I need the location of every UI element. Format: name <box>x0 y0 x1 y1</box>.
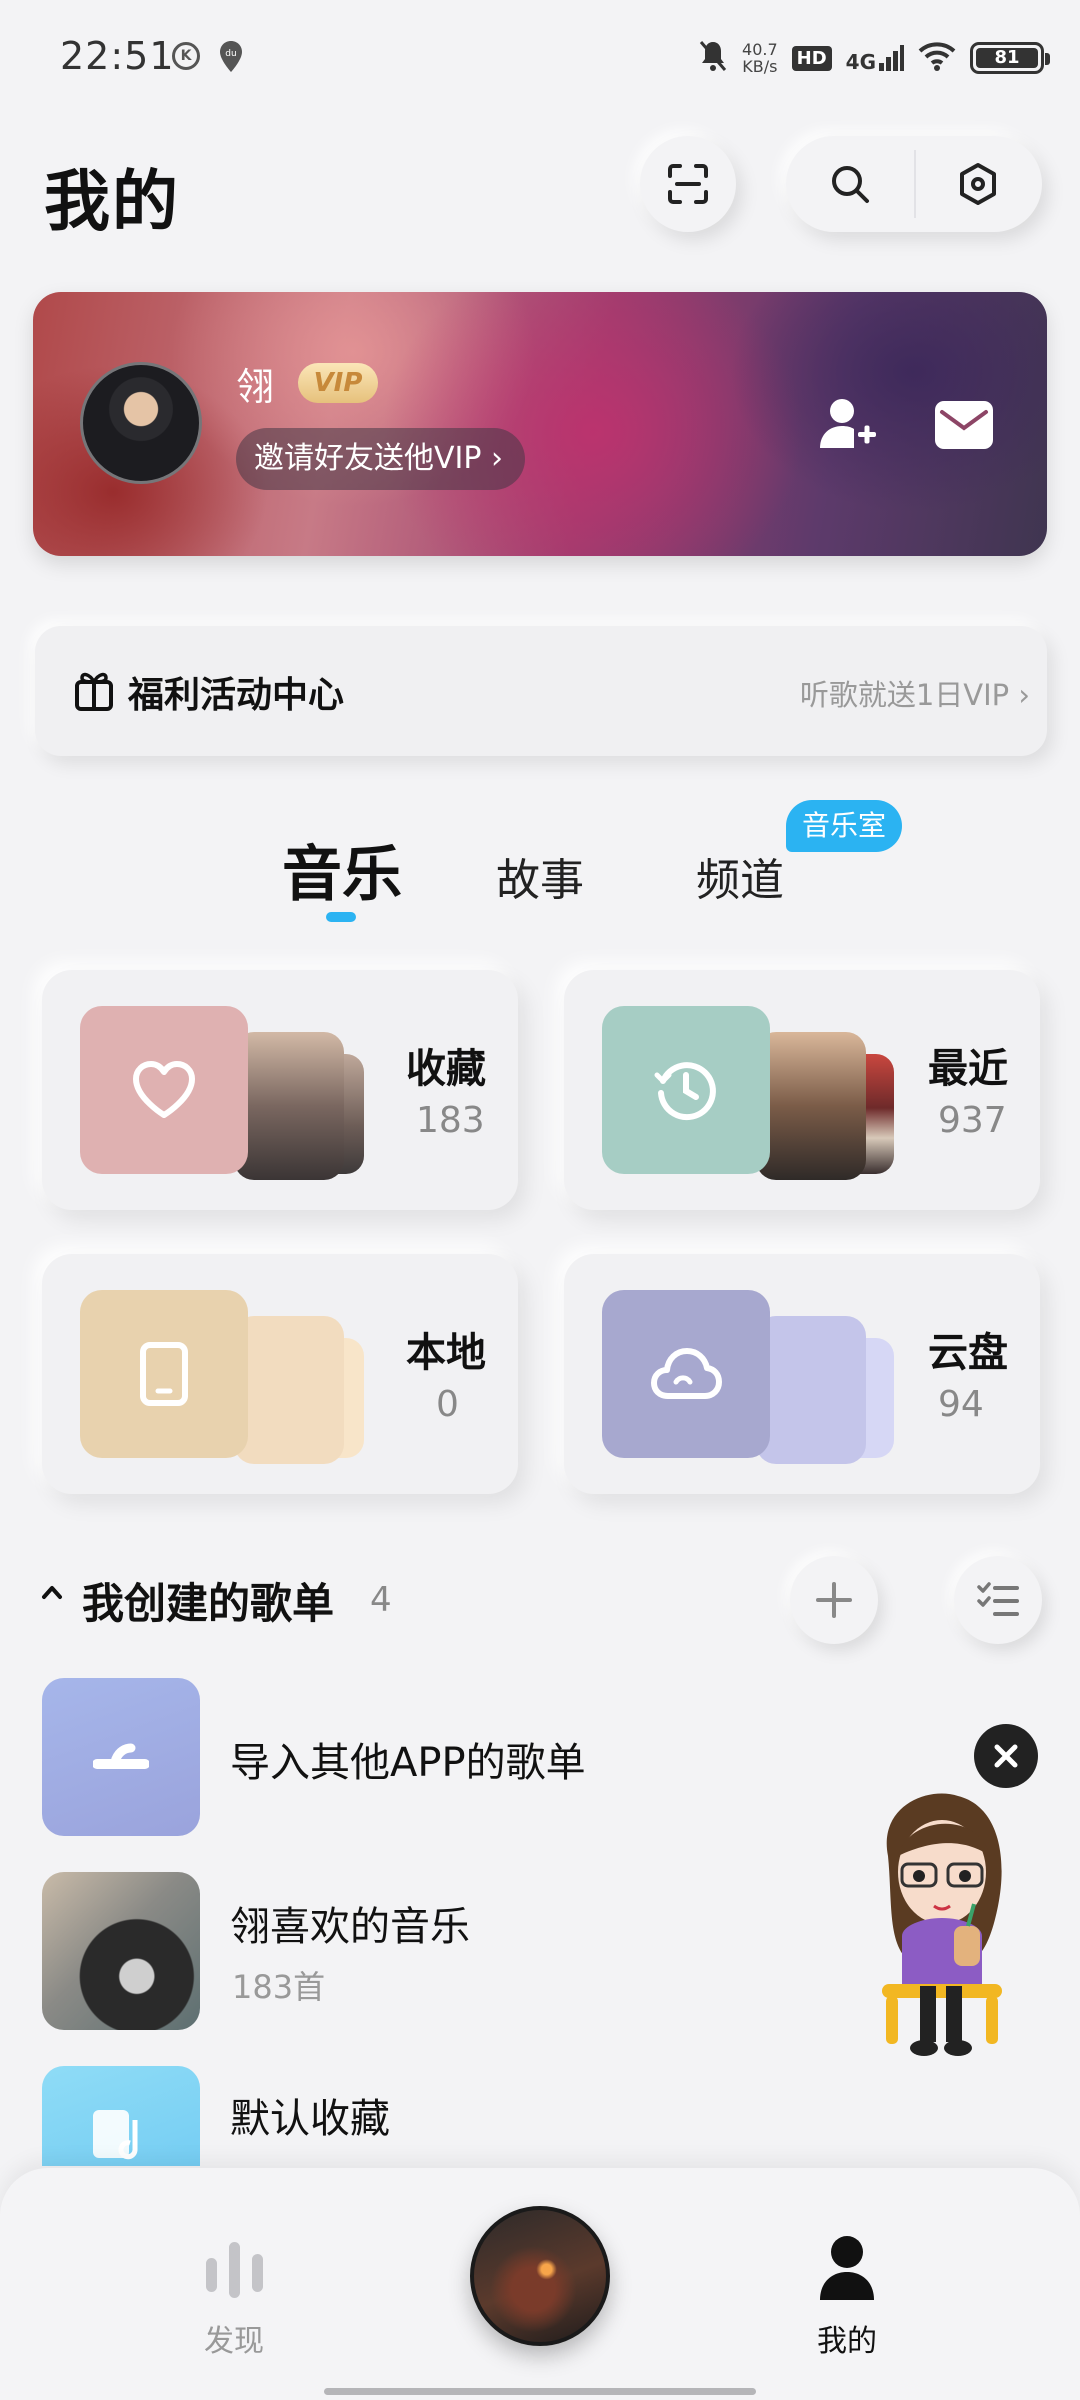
vip-badge[interactable]: VIP <box>298 363 378 403</box>
checklist-icon <box>977 1582 1019 1616</box>
close-mascot-button[interactable] <box>974 1724 1038 1788</box>
hd-icon: HD <box>791 45 832 71</box>
cloud-cover-stack <box>756 1316 866 1464</box>
tab-channels[interactable]: 频道 <box>696 844 784 908</box>
close-icon <box>994 1744 1018 1768</box>
recent-count: 937 <box>938 1100 1007 1141</box>
local-title: 本地 <box>406 1330 486 1376</box>
local-card[interactable]: 本地 0 <box>42 1254 518 1494</box>
nav-mine-label[interactable]: 我的 <box>817 2316 877 2360</box>
music-room-badge[interactable]: 音乐室 <box>786 800 903 852</box>
discover-icon[interactable] <box>200 2236 270 2304</box>
favorites-title: 收藏 <box>406 1046 486 1092</box>
heart-icon <box>133 1061 195 1118</box>
avatar[interactable] <box>80 362 202 484</box>
svg-text:du: du <box>225 49 236 59</box>
playlist-title: 导入其他APP的歌单 <box>230 1740 586 1786</box>
created-playlists-count: 4 <box>370 1580 392 1620</box>
cloud-cover <box>602 1290 770 1458</box>
local-count: 0 <box>436 1384 459 1425</box>
scan-button[interactable] <box>640 136 736 232</box>
wifi-icon <box>918 41 956 75</box>
pill-divider <box>914 150 916 218</box>
scan-icon <box>668 164 708 204</box>
search-icon <box>832 166 869 203</box>
add-friend-icon <box>820 399 876 448</box>
now-playing-disc[interactable] <box>470 2206 610 2346</box>
status-right-group: 40.7 KB/s HD 4G 81 <box>698 36 1050 80</box>
tab-music[interactable]: 音乐 <box>282 826 402 913</box>
playlist-title: 默认收藏 <box>230 2096 390 2142</box>
favorites-cover <box>80 1006 248 1174</box>
default-favorites-cover <box>42 2066 200 2166</box>
playlist-subtitle: 183首 <box>232 1968 326 2006</box>
add-friend-button[interactable] <box>818 396 878 456</box>
recent-cover <box>602 1006 770 1174</box>
recent-title: 最近 <box>928 1046 1008 1092</box>
settings-hexagon-icon <box>960 163 996 205</box>
music-note-doc-icon <box>93 2110 138 2160</box>
favorites-card[interactable]: 收藏 183 <box>42 970 518 1210</box>
import-playlist-cover <box>42 1678 200 1836</box>
user-name[interactable]: 翎 <box>236 356 274 411</box>
playlist-row[interactable]: 导入其他APP的歌单 <box>42 1678 842 1838</box>
settings-button[interactable] <box>914 136 1042 232</box>
battery-icon: 81 <box>970 42 1050 74</box>
status-time: 22:51 <box>60 34 175 78</box>
playlist-row[interactable]: 默认收藏 <box>42 2066 842 2166</box>
mascot-sticker[interactable] <box>858 1786 1026 2066</box>
recent-card[interactable]: 最近 937 <box>564 970 1040 1210</box>
collapse-chevron-icon[interactable] <box>40 1582 64 1606</box>
mute-icon <box>698 39 728 77</box>
manage-playlists-button[interactable] <box>954 1556 1042 1644</box>
network-speed: 40.7 KB/s <box>742 40 778 76</box>
phone-icon <box>140 1342 188 1406</box>
cloud-icon <box>651 1348 722 1399</box>
messages-button[interactable] <box>934 400 994 454</box>
favorites-cover-stack <box>234 1032 344 1180</box>
cloud-card[interactable]: 云盘 94 <box>564 1254 1040 1494</box>
tab-active-indicator <box>326 912 356 922</box>
tab-stories[interactable]: 故事 <box>496 844 584 908</box>
home-indicator[interactable] <box>324 2388 756 2395</box>
status-bar: 22:51 K du 40.7 KB/s HD 4G 81 <box>0 0 1080 110</box>
welfare-subtitle[interactable]: 听歌就送1日VIP › <box>800 672 1030 714</box>
add-playlist-button[interactable] <box>790 1556 878 1644</box>
plus-icon <box>816 1582 852 1618</box>
cloud-count: 94 <box>938 1384 984 1425</box>
header-action-pill <box>786 136 1042 232</box>
signal-4g-icon: 4G <box>846 45 904 72</box>
clock-icon <box>654 1062 716 1121</box>
cloud-title: 云盘 <box>928 1330 1008 1376</box>
mail-icon <box>935 401 993 449</box>
playlist-row[interactable]: 翎喜欢的音乐 183首 <box>42 1872 842 2032</box>
profile-icon[interactable] <box>818 2234 876 2308</box>
page-title: 我的 <box>44 163 180 240</box>
search-button[interactable] <box>786 136 914 232</box>
nav-discover-label[interactable]: 发现 <box>204 2316 264 2360</box>
k-app-icon: K <box>172 42 200 70</box>
favorites-count: 183 <box>416 1100 485 1141</box>
local-cover <box>80 1290 248 1458</box>
liked-music-cover <box>42 1872 200 2030</box>
import-icon <box>93 1743 149 1769</box>
welfare-title: 福利活动中心 <box>128 675 345 716</box>
location-du-icon: du <box>218 40 244 78</box>
playlist-title: 翎喜欢的音乐 <box>230 1904 470 1950</box>
gift-icon <box>74 668 114 716</box>
invite-friend-vip-button[interactable]: 邀请好友送他VIP › <box>236 428 525 490</box>
created-playlists-title[interactable]: 我创建的歌单 <box>82 1570 334 1631</box>
recent-cover-stack <box>756 1032 866 1180</box>
local-cover-stack <box>234 1316 344 1464</box>
